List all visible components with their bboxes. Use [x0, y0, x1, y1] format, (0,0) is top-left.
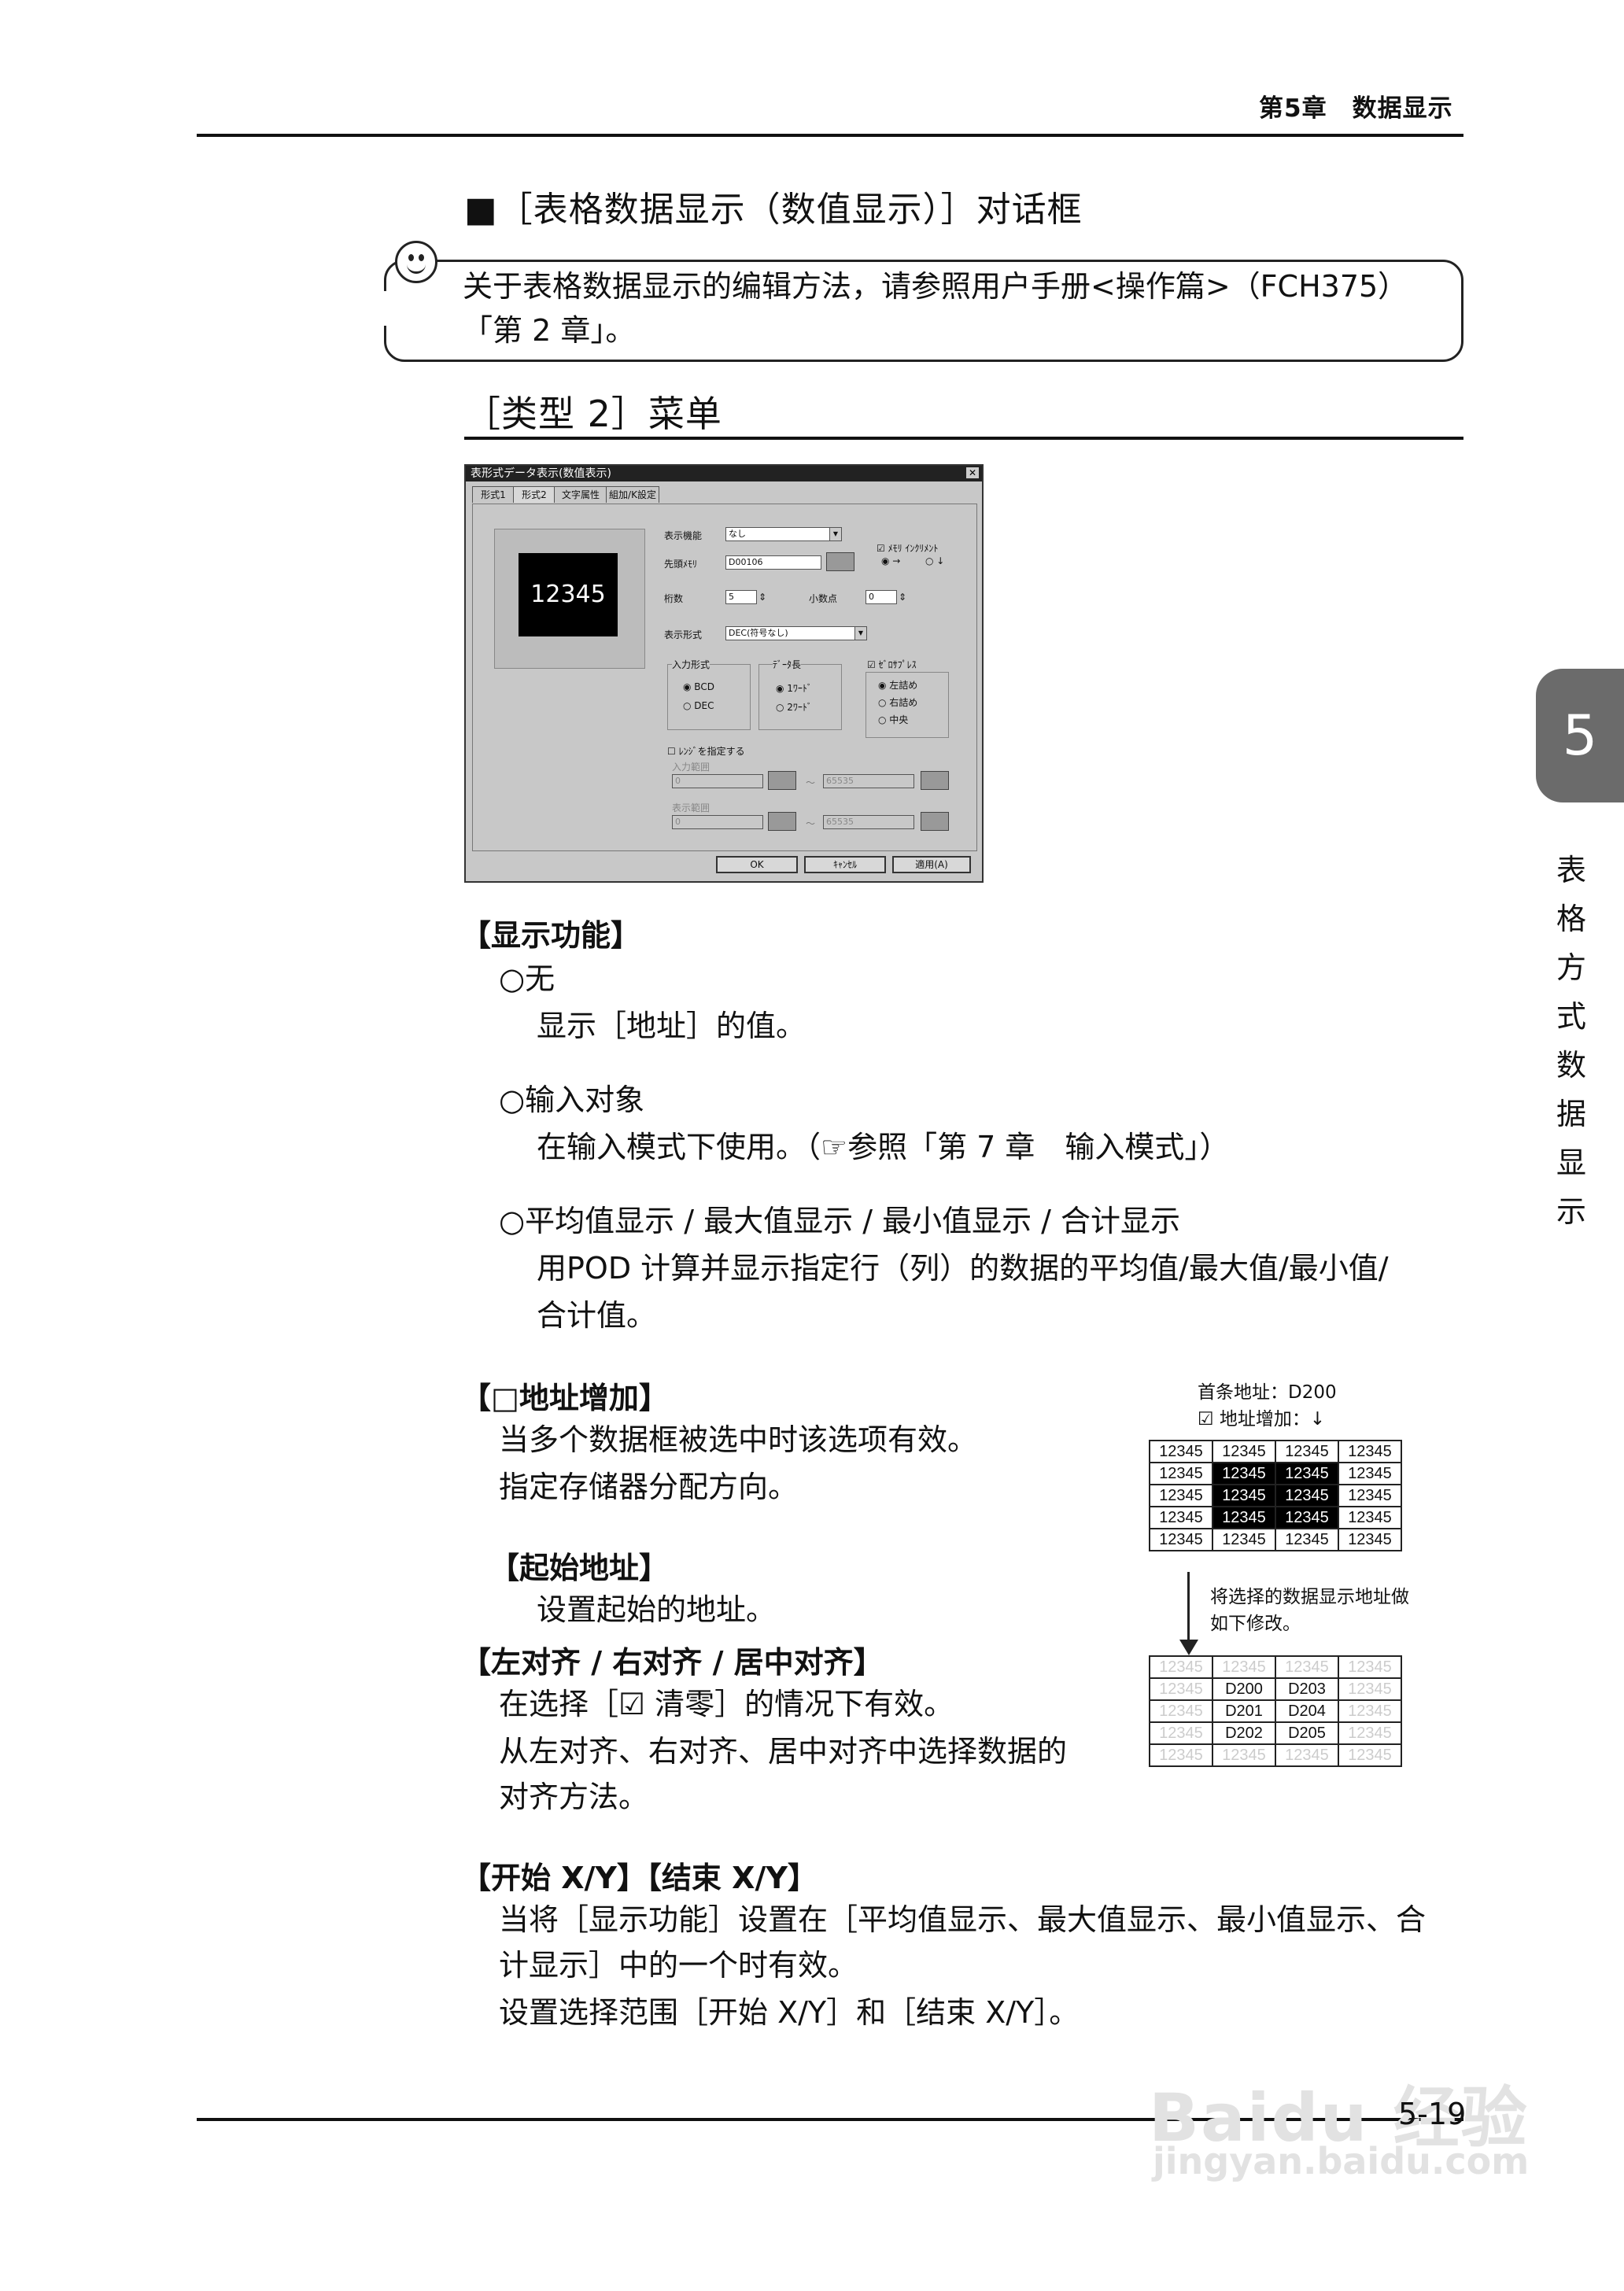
addr-inc-text2: 指定存储器分配方向。	[499, 1470, 799, 1504]
option-none-desc: 显示［地址］的值。	[537, 1009, 806, 1043]
keyboard-button[interactable]	[826, 552, 854, 571]
ok-button[interactable]: OK	[716, 856, 798, 873]
align-text3: 对齐方法。	[499, 1780, 649, 1814]
dialog-title: 表形式データ表示(数值表示)	[471, 467, 611, 480]
arrow-down-icon	[1187, 1572, 1190, 1643]
zero-suppress-checkbox[interactable]: ☑ ｾﾞﾛｻﾌﾟﾚｽ	[867, 658, 917, 671]
digits-stepper[interactable]: 5	[725, 590, 757, 604]
digits-spin-icon[interactable]: ⇕	[758, 592, 766, 603]
smiley-icon	[395, 241, 437, 283]
addr-inc-heading: 【□地址增加】	[461, 1381, 669, 1415]
keyboard-button[interactable]	[768, 771, 796, 790]
watermark-url: jingyan.baidu.com	[1153, 2140, 1530, 2182]
chapter-header: 第5章 数据显示	[1259, 94, 1453, 123]
option-calc-desc1: 用POD 计算并显示指定行（列）的数据的平均值/最大值/最小值/	[537, 1251, 1389, 1286]
range-separator: ～	[806, 818, 816, 829]
figure-note2: 如下修改。	[1210, 1614, 1301, 1634]
display-range-min[interactable]: 0	[672, 815, 763, 829]
start-mem-field[interactable]: D00106	[725, 555, 821, 570]
decimal-spin-icon[interactable]: ⇕	[899, 592, 906, 603]
radio-right-align[interactable]: ○ 右詰め	[878, 695, 917, 709]
radio-bcd[interactable]: ◉ BCD	[683, 681, 714, 692]
start-mem-label: 先頭ﾒﾓﾘ	[664, 559, 698, 570]
section-title: ■［表格数据显示（数值显示）］对话框	[464, 190, 1083, 230]
keyboard-button[interactable]	[921, 771, 949, 790]
dialog-screenshot: 表形式データ表示(数值表示) ✕ 形式1 形式2 文字属性 組加/K設定 123…	[464, 464, 984, 883]
align-heading: 【左对齐 / 右对齐 / 居中对齐】	[461, 1645, 884, 1680]
display-func-label: 表示機能	[664, 530, 703, 541]
decimal-label: 小数点	[809, 593, 838, 604]
option-input-desc: 在输入模式下使用。（☞参照「第 7 章 输入模式」）	[537, 1130, 1230, 1164]
subsection-title: ［类型 2］菜单	[464, 393, 722, 435]
option-calc: ○平均值显示 / 最大值显示 / 最小值显示 / 合计显示	[499, 1204, 1181, 1238]
tab-format1[interactable]: 形式1	[472, 486, 515, 503]
display-fmt-label: 表示形式	[664, 629, 703, 640]
digits-label: 桁数	[664, 593, 684, 604]
preview-area: 12345	[494, 529, 645, 669]
align-text1: 在选择［☑ 清零］的情况下有效。	[499, 1687, 954, 1721]
input-range-label: 入力範囲	[672, 762, 710, 773]
align-text2: 从左对齐、右对齐、居中对齐中选择数据的	[499, 1734, 1068, 1769]
decimal-stepper[interactable]: 0	[866, 590, 897, 604]
tab-text-attr[interactable]: 文字属性	[554, 486, 607, 503]
radio-center-align[interactable]: ○ 中央	[878, 713, 908, 726]
start-addr-heading: 【起始地址】	[489, 1551, 670, 1585]
radio-2word[interactable]: ○ 2ﾜｰﾄﾞ	[776, 700, 812, 714]
radio-direction-down[interactable]: ○ ↓	[925, 555, 944, 566]
close-icon[interactable]: ✕	[966, 467, 979, 478]
xy-heading: 【开始 X/Y】【结束 X/Y】	[461, 1861, 818, 1895]
radio-dec[interactable]: ○ DEC	[683, 700, 714, 711]
display-range-label: 表示範囲	[672, 802, 710, 813]
tab-format2[interactable]: 形式2	[513, 486, 555, 503]
keyboard-button[interactable]	[768, 812, 796, 831]
figure-caption1: 首条地址：D200	[1198, 1382, 1337, 1403]
xy-text2: 计显示］中的一个时有效。	[499, 1948, 858, 1983]
data-length-label: ﾃﾞｰﾀ長	[773, 658, 802, 671]
chevron-down-icon: ▼	[829, 528, 841, 540]
header-rule	[197, 134, 1463, 137]
input-format-label: 入力形式	[672, 658, 710, 671]
chapter-side-title: 表格方式数据显示	[1556, 853, 1586, 1229]
input-format-group	[667, 664, 751, 730]
start-addr-text: 设置起始的地址。	[537, 1592, 777, 1627]
tab-settings[interactable]: 組加/K設定	[606, 486, 659, 503]
grid-before: 12345 12345 12345 12345 12345 12345 12345 1234…	[1149, 1440, 1402, 1551]
radio-direction-right[interactable]: ◉ →	[881, 555, 900, 566]
input-range-min[interactable]: 0	[672, 774, 763, 788]
input-range-max[interactable]: 65535	[823, 774, 914, 788]
display-range-max[interactable]: 65535	[823, 815, 914, 829]
option-calc-desc2: 合计值。	[537, 1298, 657, 1333]
xy-text1: 当将［显示功能］设置在［平均值显示、最大值显示、最小值显示、合	[499, 1902, 1427, 1937]
figure-caption2: ☑ 地址增加：↓	[1198, 1409, 1326, 1430]
radio-1word[interactable]: ◉ 1ﾜｰﾄﾞ	[776, 681, 812, 695]
range-checkbox[interactable]: ☐ ﾚﾝｼﾞを指定する	[667, 744, 745, 758]
preview-value: 12345	[519, 553, 618, 636]
radio-left-align[interactable]: ◉ 左詰め	[878, 678, 917, 692]
note-text-line2: 「第 2 章」。	[463, 313, 636, 348]
dialog-titlebar: 表形式データ表示(数值表示) ✕	[466, 466, 982, 481]
range-separator: ～	[806, 777, 816, 788]
display-func-select[interactable]: なし ▼	[725, 527, 842, 541]
data-length-group	[758, 664, 842, 730]
chapter-tab: 5	[1536, 669, 1624, 802]
memory-inc-checkbox[interactable]: ☑ ﾒﾓﾘ ｲﾝｸﾘﾒﾝﾄ	[877, 541, 938, 555]
addr-inc-text1: 当多个数据框被选中时该选项有效。	[499, 1422, 978, 1457]
option-none: ○无	[499, 961, 555, 996]
figure-note1: 将选择的数据显示地址做	[1210, 1587, 1409, 1607]
option-input: ○输入对象	[499, 1083, 645, 1117]
display-function-heading: 【显示功能】	[461, 918, 641, 953]
grid-after: 12345 12345 12345 12345 12345 D200 D203 12345 …	[1149, 1655, 1402, 1767]
cancel-button[interactable]: ｷｬﾝｾﾙ	[804, 856, 886, 873]
note-text-line1: 关于表格数据显示的编辑方法，请参照用户手册<操作篇>（FCH375）	[463, 269, 1408, 304]
apply-button[interactable]: 適用(A)	[892, 856, 971, 873]
keyboard-button[interactable]	[921, 812, 949, 831]
chevron-down-icon: ▼	[854, 627, 866, 640]
xy-text3: 设置选择范围［开始 X/Y］和［结束 X/Y］。	[499, 1995, 1080, 2030]
subsection-rule	[464, 437, 1463, 440]
display-fmt-select[interactable]: DEC(符号なし) ▼	[725, 626, 867, 640]
page-number: 5-19	[1398, 2097, 1467, 2131]
